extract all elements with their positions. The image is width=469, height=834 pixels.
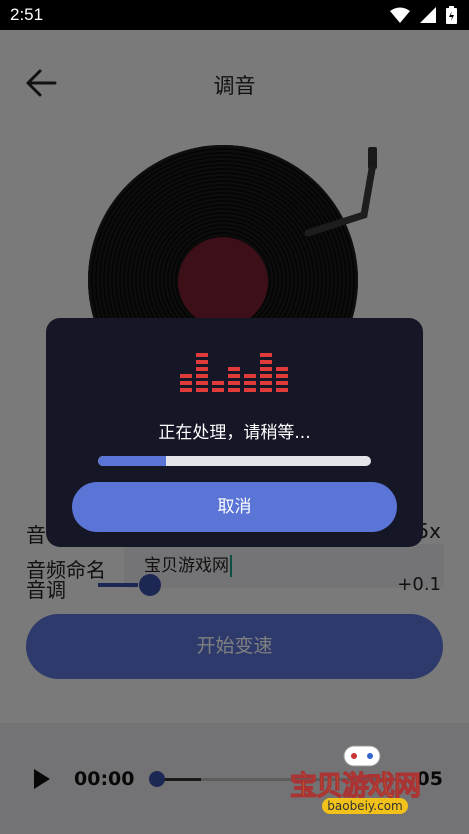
equalizer-segment bbox=[260, 353, 272, 357]
processing-dialog: 正在处理，请稍等... 取消 bbox=[46, 318, 423, 547]
equalizer-segment bbox=[196, 388, 208, 392]
equalizer-segment bbox=[244, 381, 256, 385]
equalizer-segment bbox=[180, 374, 192, 378]
wifi-icon bbox=[390, 7, 410, 23]
watermark-url: baobeiy.com bbox=[322, 798, 408, 814]
equalizer-segment bbox=[196, 360, 208, 364]
equalizer-segment bbox=[276, 388, 288, 392]
equalizer-segment bbox=[228, 381, 240, 385]
equalizer-segment bbox=[276, 374, 288, 378]
equalizer-segment bbox=[196, 381, 208, 385]
app-screen: 2:51 调音 音 bbox=[0, 0, 469, 834]
processing-progress-bar bbox=[98, 456, 371, 466]
signal-icon bbox=[420, 7, 436, 23]
equalizer-segment bbox=[244, 374, 256, 378]
processing-progress-fill bbox=[98, 456, 167, 466]
equalizer-segment bbox=[276, 381, 288, 385]
equalizer-icon bbox=[180, 353, 288, 392]
equalizer-segment bbox=[180, 381, 192, 385]
equalizer-segment bbox=[276, 367, 288, 371]
processing-message: 正在处理，请稍等... bbox=[158, 423, 311, 443]
equalizer-segment bbox=[260, 367, 272, 371]
equalizer-segment bbox=[212, 381, 224, 385]
equalizer-segment bbox=[228, 374, 240, 378]
watermark-logo: 宝贝游戏网 baobeiy.com bbox=[290, 742, 440, 832]
equalizer-segment bbox=[260, 381, 272, 385]
cancel-button[interactable]: 取消 bbox=[72, 482, 397, 532]
status-time: 2:51 bbox=[10, 5, 44, 24]
equalizer-segment bbox=[260, 360, 272, 364]
equalizer-segment bbox=[196, 367, 208, 371]
equalizer-segment bbox=[260, 374, 272, 378]
equalizer-segment bbox=[212, 388, 224, 392]
equalizer-segment bbox=[228, 388, 240, 392]
equalizer-segment bbox=[228, 367, 240, 371]
status-bar: 2:51 bbox=[0, 0, 469, 30]
status-icons bbox=[390, 6, 457, 24]
equalizer-segment bbox=[196, 374, 208, 378]
equalizer-segment bbox=[180, 388, 192, 392]
battery-icon bbox=[446, 6, 457, 24]
equalizer-segment bbox=[260, 388, 272, 392]
equalizer-segment bbox=[196, 353, 208, 357]
equalizer-segment bbox=[244, 388, 256, 392]
